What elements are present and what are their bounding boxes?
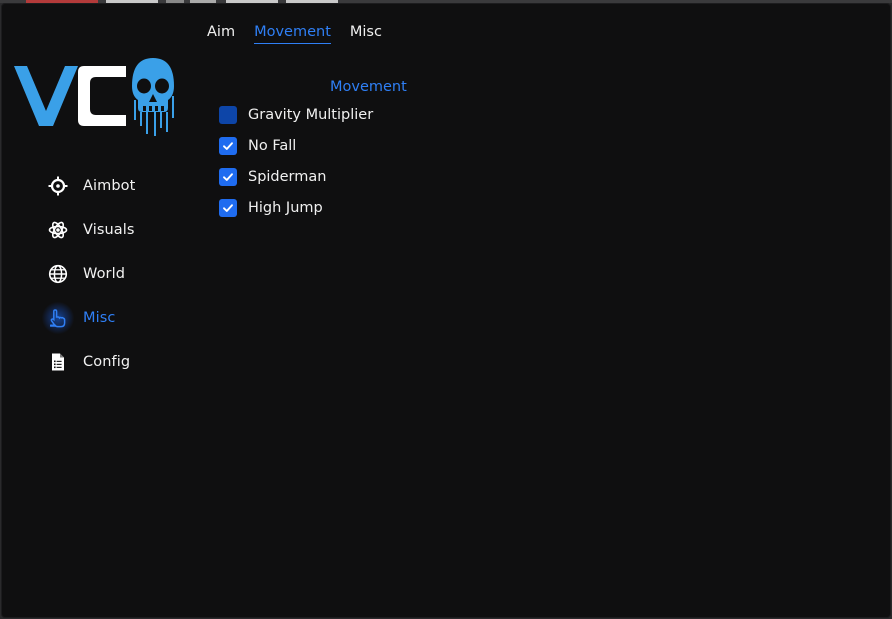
sidebar-item-visuals[interactable]: Visuals bbox=[42, 208, 192, 252]
sidebar-item-misc[interactable]: Misc bbox=[42, 296, 192, 340]
globe-icon bbox=[42, 258, 74, 290]
option-label: Gravity Multiplier bbox=[248, 106, 374, 123]
sidebar-item-aimbot[interactable]: Aimbot bbox=[42, 164, 192, 208]
tab-movement[interactable]: Movement bbox=[254, 24, 331, 44]
sidebar-item-label: Visuals bbox=[83, 222, 135, 238]
high-jump-checkbox[interactable] bbox=[219, 198, 237, 217]
atom-icon bbox=[42, 214, 74, 246]
sidebar-item-world[interactable]: World bbox=[42, 252, 192, 296]
tab-aim[interactable]: Aim bbox=[207, 24, 235, 44]
checkmark-icon bbox=[223, 141, 233, 150]
spiderman-checkbox[interactable] bbox=[219, 167, 237, 186]
option-label: No Fall bbox=[248, 137, 297, 154]
tab-bar: Aim Movement Misc bbox=[207, 24, 401, 44]
no-fall-checkbox[interactable] bbox=[219, 136, 237, 155]
vc-skull-logo bbox=[14, 58, 174, 136]
sidebar-nav: Aimbot Visuals World Misc Config bbox=[42, 164, 192, 384]
movement-options: Gravity Multiplier No Fall Spiderman Hig… bbox=[219, 99, 373, 223]
cheat-menu-window: Aimbot Visuals World Misc Config Aim Mov… bbox=[1, 3, 891, 618]
hand-pointer-icon bbox=[42, 302, 74, 334]
spiderman-option[interactable]: Spiderman bbox=[219, 161, 373, 192]
skull-icon bbox=[132, 58, 174, 136]
option-label: Spiderman bbox=[248, 168, 327, 185]
gravity-multiplier-checkbox[interactable] bbox=[219, 105, 237, 124]
crosshair-icon bbox=[42, 170, 74, 202]
checkmark-icon bbox=[223, 203, 233, 212]
sidebar-item-label: Aimbot bbox=[83, 178, 136, 194]
sidebar-item-label: Misc bbox=[83, 310, 116, 326]
document-icon bbox=[42, 346, 74, 378]
sidebar-item-config[interactable]: Config bbox=[42, 340, 192, 384]
no-fall-option[interactable]: No Fall bbox=[219, 130, 373, 161]
sidebar-item-label: World bbox=[83, 266, 126, 282]
gravity-multiplier-option[interactable]: Gravity Multiplier bbox=[219, 99, 373, 130]
tab-misc[interactable]: Misc bbox=[350, 24, 382, 44]
section-title: Movement bbox=[330, 79, 407, 95]
sidebar-item-label: Config bbox=[83, 354, 131, 370]
option-label: High Jump bbox=[248, 199, 323, 216]
high-jump-option[interactable]: High Jump bbox=[219, 192, 373, 223]
checkmark-icon bbox=[223, 172, 233, 181]
